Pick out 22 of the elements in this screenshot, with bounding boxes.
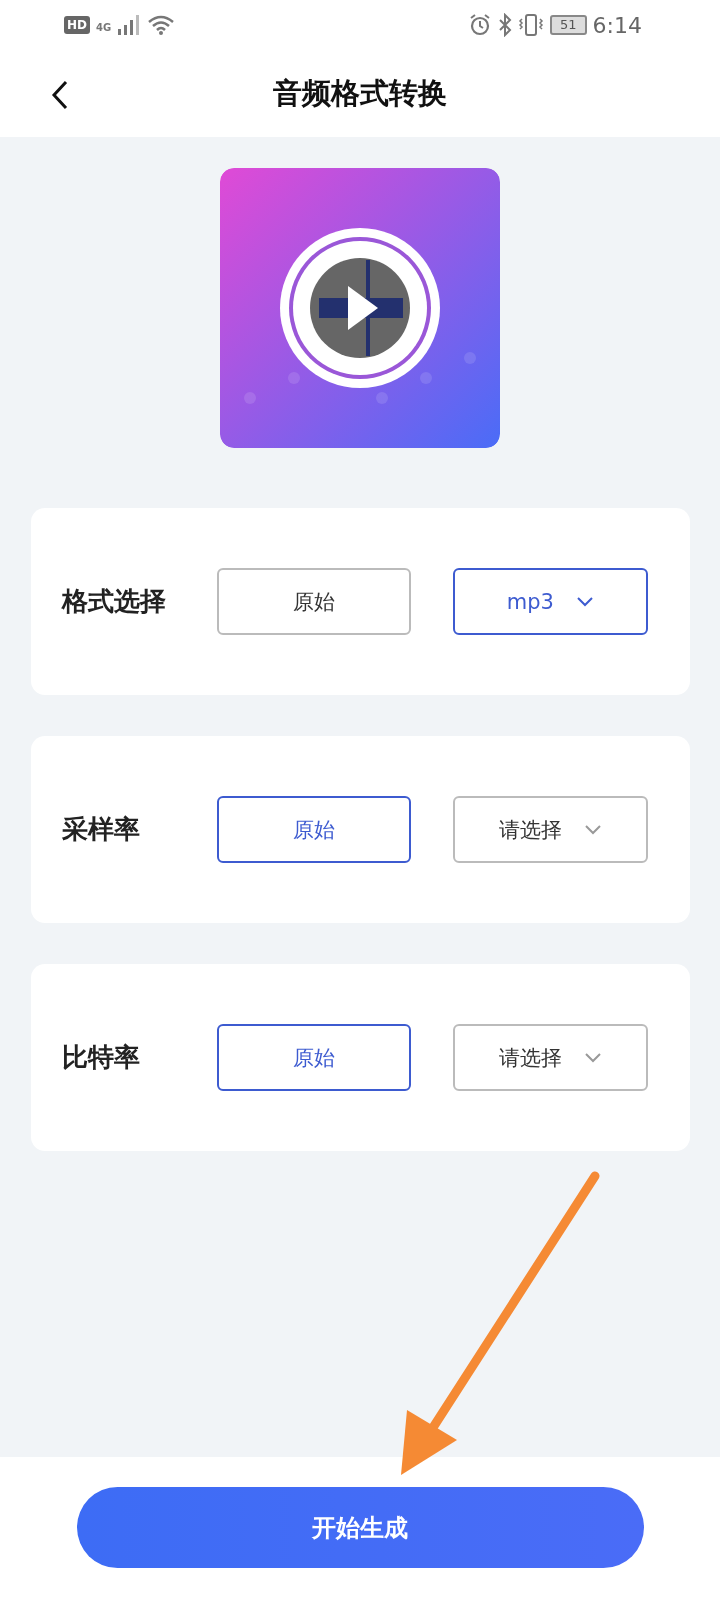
setting-label: 比特率 [61,1041,141,1074]
chevron-down-icon [583,823,602,836]
setting-label: 格式选择 [61,585,167,618]
vibrate-icon [518,13,545,37]
dropdown-field[interactable]: 请选择 [453,1024,648,1091]
option-button[interactable]: 原始 [217,796,412,863]
bluetooth-icon [498,13,513,37]
clock-time: 6:14 [592,12,642,38]
dropdown-field[interactable]: mp3 [453,568,648,635]
wifi-icon [147,14,176,36]
battery-icon: 51 [550,15,587,35]
dropdown-field[interactable]: 请选择 [453,796,648,863]
signal-icon [117,14,142,36]
network-label: 4G [96,22,112,33]
chevron-down-icon [576,595,594,608]
option-button[interactable]: 原始 [217,568,412,635]
hd-badge: HD [64,16,90,34]
setting-label: 采样率 [61,813,141,846]
option-button[interactable]: 原始 [217,1024,412,1091]
start-button[interactable]: 开始生成 [76,1487,644,1568]
page-title: 音频格式转换 [273,74,447,112]
chevron-down-icon [583,1051,602,1064]
